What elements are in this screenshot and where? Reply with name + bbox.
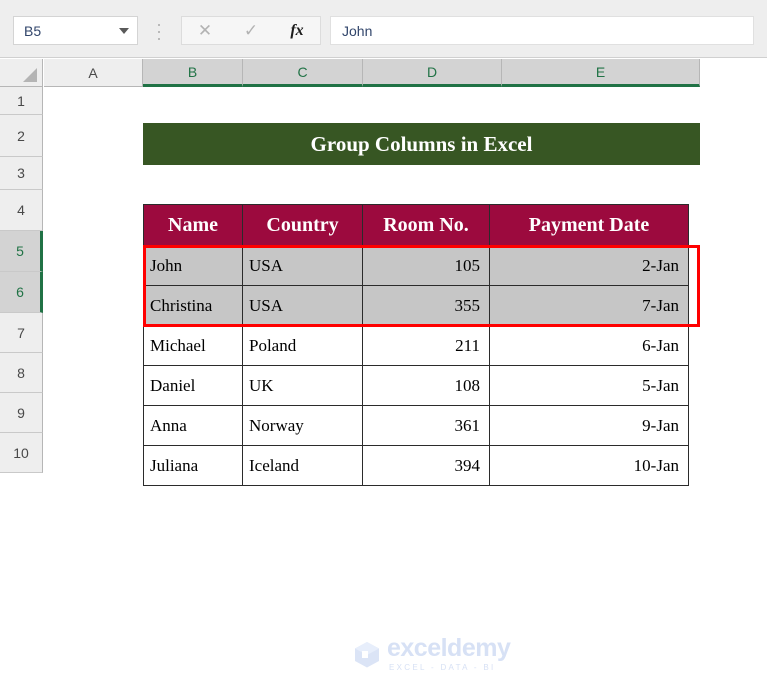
row-header-8-label: 8 — [17, 364, 25, 381]
cell-date-5[interactable]: 9-Jan — [489, 405, 689, 446]
formula-action-buttons: ✕ ✓ fx — [181, 16, 321, 45]
row-header-3-label: 3 — [17, 165, 25, 181]
cell-name-5[interactable]: Anna — [143, 405, 243, 446]
cell-room-6[interactable]: 394 — [362, 445, 490, 486]
column-header-c-label: C — [297, 63, 308, 80]
exceldemy-watermark: exceldemy EXCEL - DATA - BI — [354, 634, 511, 672]
row-header-4-label: 4 — [17, 202, 25, 218]
column-header-a-label: A — [88, 64, 98, 81]
formula-input[interactable]: John — [330, 16, 754, 45]
name-box-value: B5 — [24, 22, 42, 39]
cube-logo-svg — [355, 641, 379, 667]
column-header-d[interactable]: D — [363, 59, 502, 87]
cell-room-2[interactable]: 355 — [362, 285, 490, 326]
chevron-down-icon[interactable] — [119, 27, 129, 34]
table-row[interactable]: Anna Norway 361 9-Jan — [143, 405, 689, 446]
table-row[interactable]: Daniel UK 108 5-Jan — [143, 365, 689, 406]
row-header-1[interactable]: 1 — [0, 87, 43, 115]
row-header-5[interactable]: 5 — [0, 231, 43, 272]
formula-bar-strip: B5 ✕ ✓ fx John — [0, 0, 767, 58]
table-row[interactable]: Juliana Iceland 394 10-Jan — [143, 445, 689, 486]
cell-name-4[interactable]: Daniel — [143, 365, 243, 406]
table-row[interactable]: Michael Poland 211 6-Jan — [143, 325, 689, 366]
column-header-d-label: D — [426, 63, 438, 80]
cell-date-2[interactable]: 7-Jan — [489, 285, 689, 326]
checkmark-icon[interactable]: ✓ — [228, 17, 274, 44]
cell-room-4[interactable]: 108 — [362, 365, 490, 406]
watermark-brand: exceldemy — [387, 634, 511, 662]
row-header-2[interactable]: 2 — [0, 115, 43, 157]
cell-date-1[interactable]: 2-Jan — [489, 245, 689, 286]
cell-country-1[interactable]: USA — [242, 245, 363, 286]
cell-name-1[interactable]: John — [143, 245, 243, 286]
table-header-room-no[interactable]: Room No. — [362, 204, 490, 246]
column-header-a[interactable]: A — [44, 59, 143, 87]
table-row[interactable]: John USA 105 2-Jan — [143, 245, 689, 286]
cell-room-3[interactable]: 211 — [362, 325, 490, 366]
select-all-triangle-icon — [23, 68, 37, 82]
cell-name-3[interactable]: Michael — [143, 325, 243, 366]
cell-country-4[interactable]: UK — [242, 365, 363, 406]
cell-date-3[interactable]: 6-Jan — [489, 325, 689, 366]
row-header-9-label: 9 — [17, 404, 25, 421]
column-header-b[interactable]: B — [143, 59, 243, 87]
worksheet-canvas[interactable]: Group Columns in Excel Name Country Room… — [44, 87, 767, 672]
row-header-2-label: 2 — [17, 127, 25, 144]
worksheet-title-banner: Group Columns in Excel — [143, 123, 700, 165]
formula-bar-grip-dots — [156, 24, 162, 40]
row-header-5-label: 5 — [16, 243, 24, 259]
table-header-payment-date[interactable]: Payment Date — [489, 204, 689, 246]
cell-date-4[interactable]: 5-Jan — [489, 365, 689, 406]
row-header-3[interactable]: 3 — [0, 157, 43, 190]
row-header-7-label: 7 — [17, 324, 25, 341]
row-header-1-label: 1 — [17, 92, 25, 109]
cell-country-5[interactable]: Norway — [242, 405, 363, 446]
cube-logo-icon — [354, 641, 380, 668]
row-header-7[interactable]: 7 — [0, 313, 43, 353]
fx-insert-function-icon[interactable]: fx — [274, 17, 320, 44]
name-box[interactable]: B5 — [13, 16, 138, 45]
close-x-icon[interactable]: ✕ — [182, 17, 228, 44]
cell-country-2[interactable]: USA — [242, 285, 363, 326]
row-header-6-label: 6 — [16, 284, 24, 300]
page-title: Group Columns in Excel — [310, 131, 533, 156]
formula-input-value: John — [342, 22, 373, 39]
row-header-10-label: 10 — [13, 444, 29, 461]
row-header-10[interactable]: 10 — [0, 433, 43, 473]
column-header-b-label: B — [187, 63, 198, 80]
row-header-8[interactable]: 8 — [0, 353, 43, 393]
select-all-corner-button[interactable] — [0, 59, 43, 87]
watermark-tagline: EXCEL - DATA - BI — [389, 663, 496, 672]
table-header-country[interactable]: Country — [242, 204, 363, 246]
cell-country-6[interactable]: Iceland — [242, 445, 363, 486]
cell-room-5[interactable]: 361 — [362, 405, 490, 446]
cell-name-6[interactable]: Juliana — [143, 445, 243, 486]
row-header-9[interactable]: 9 — [0, 393, 43, 433]
table-header-name[interactable]: Name — [143, 204, 243, 246]
row-header-6[interactable]: 6 — [0, 272, 43, 313]
column-header-c[interactable]: C — [243, 59, 363, 87]
cell-country-3[interactable]: Poland — [242, 325, 363, 366]
column-header-e-label: E — [595, 63, 606, 80]
table-header-row: Name Country Room No. Payment Date — [143, 204, 689, 246]
cell-room-1[interactable]: 105 — [362, 245, 490, 286]
row-header-4[interactable]: 4 — [0, 190, 43, 231]
cell-date-6[interactable]: 10-Jan — [489, 445, 689, 486]
column-header-row: A B C D E — [0, 59, 767, 87]
cell-name-2[interactable]: Christina — [143, 285, 243, 326]
column-header-e[interactable]: E — [502, 59, 700, 87]
table-row[interactable]: Christina USA 355 7-Jan — [143, 285, 689, 326]
data-table: Name Country Room No. Payment Date John … — [143, 204, 689, 486]
